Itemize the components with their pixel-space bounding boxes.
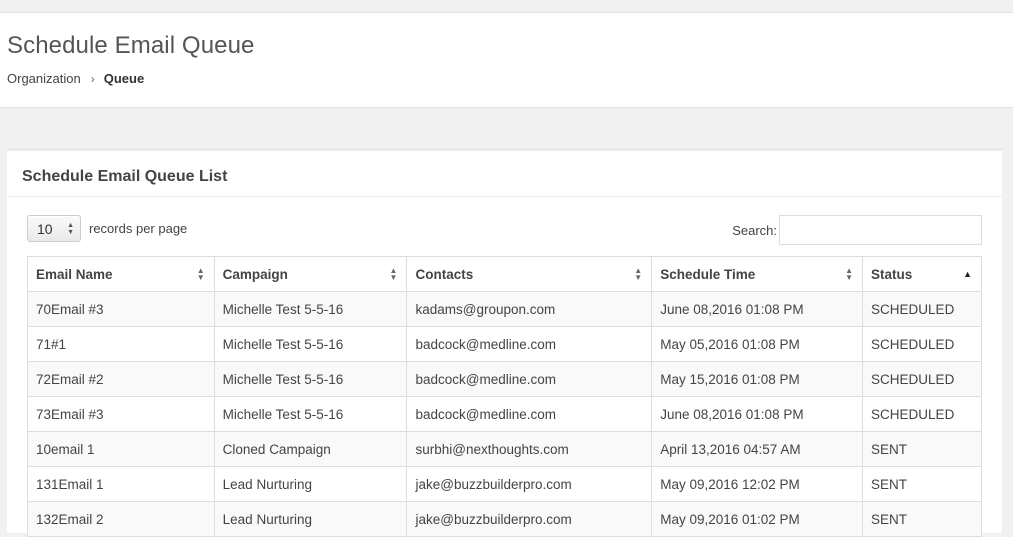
- panel-title: Schedule Email Queue List: [22, 168, 228, 185]
- cell-status: SCHEDULED: [862, 326, 982, 362]
- sort-icon: ▲ ▼: [634, 266, 643, 282]
- column-label: Status: [871, 266, 913, 282]
- column-label: Contacts: [415, 266, 474, 282]
- sort-ascending-icon: ▲: [963, 269, 972, 279]
- records-per-page-select[interactable]: 10 ▲ ▼: [27, 215, 81, 242]
- cell-status: SENT: [862, 501, 982, 537]
- cell-campaign: Michelle Test 5-5-16: [213, 396, 408, 432]
- column-header-email-name[interactable]: Email Name ▲ ▼: [27, 256, 215, 292]
- table-row: 132Email 2 Lead Nurturing jake@buzzbuilder…: [27, 501, 982, 537]
- records-per-page-control: 10 ▲ ▼ records per page: [27, 215, 187, 242]
- cell-status: SENT: [862, 431, 982, 467]
- cell-email-name: 132Email 2: [27, 501, 215, 537]
- cell-email-name: 70Email #3: [27, 291, 215, 327]
- cell-schedule-time: April 13,2016 04:57 AM: [651, 431, 864, 467]
- cell-campaign: Lead Nurturing: [213, 501, 408, 537]
- table-row: 72Email #2 Michelle Test 5-5-16 badcock@me…: [27, 361, 982, 397]
- table-row: 71#1 Michelle Test 5-5-16 badcock@medline.…: [27, 326, 982, 362]
- page-header: Schedule Email Queue Organization › Queu…: [0, 13, 1013, 108]
- cell-campaign: Lead Nurturing: [213, 466, 408, 502]
- cell-email-name: 131Email 1: [27, 466, 215, 502]
- column-label: Schedule Time: [660, 266, 756, 282]
- cell-schedule-time: June 08,2016 01:08 PM: [651, 291, 864, 327]
- cell-schedule-time: May 09,2016 01:02 PM: [651, 501, 864, 537]
- cell-schedule-time: May 09,2016 12:02 PM: [651, 466, 864, 502]
- cell-status: SCHEDULED: [862, 291, 982, 327]
- top-bar: [0, 0, 1013, 13]
- breadcrumb-current: Queue: [103, 71, 145, 86]
- queue-table: Email Name ▲ ▼ Campaign ▲ ▼ Contacts ▲ ▼ Sched…: [27, 256, 982, 537]
- cell-contacts: kadams@groupon.com: [406, 291, 653, 327]
- cell-campaign: Michelle Test 5-5-16: [213, 291, 408, 327]
- cell-status: SENT: [862, 466, 982, 502]
- cell-campaign: Cloned Campaign: [213, 431, 408, 467]
- cell-status: SCHEDULED: [862, 361, 982, 397]
- cell-contacts: jake@buzzbuilderpro.com: [406, 501, 653, 537]
- sort-icon: ▲ ▼: [845, 266, 854, 282]
- cell-email-name: 73Email #3: [27, 396, 215, 432]
- breadcrumb-separator-icon: ›: [90, 71, 95, 86]
- cell-email-name: 72Email #2: [27, 361, 215, 397]
- cell-contacts: surbhi@nexthoughts.com: [406, 431, 653, 467]
- search-control: Search:: [732, 215, 982, 245]
- cell-campaign: Michelle Test 5-5-16: [213, 361, 408, 397]
- table-row: 131Email 1 Lead Nurturing jake@buzzbuilder…: [27, 466, 982, 502]
- search-input[interactable]: [779, 215, 982, 245]
- cell-campaign: Michelle Test 5-5-16: [213, 326, 408, 362]
- cell-schedule-time: May 15,2016 01:08 PM: [651, 361, 864, 397]
- column-header-contacts[interactable]: Contacts ▲ ▼: [406, 256, 653, 292]
- search-label: Search:: [732, 222, 777, 238]
- cell-email-name: 10email 1: [27, 431, 215, 467]
- table-row: 10email 1 Cloned Campaign surbhi@nexthough…: [27, 431, 982, 467]
- records-per-page-label: records per page: [89, 221, 188, 236]
- cell-contacts: badcock@medline.com: [406, 396, 653, 432]
- records-per-page-value: 10: [37, 220, 53, 237]
- table-row: 70Email #3 Michelle Test 5-5-16 kadams@gro…: [27, 291, 982, 327]
- sort-icon: ▲ ▼: [196, 266, 205, 282]
- cell-contacts: badcock@medline.com: [406, 326, 653, 362]
- column-header-schedule-time[interactable]: Schedule Time ▲ ▼: [651, 256, 864, 292]
- page-title: Schedule Email Queue: [7, 32, 255, 59]
- column-label: Campaign: [222, 266, 288, 282]
- cell-schedule-time: June 08,2016 01:08 PM: [651, 396, 864, 432]
- cell-contacts: jake@buzzbuilderpro.com: [406, 466, 653, 502]
- cell-status: SCHEDULED: [862, 396, 982, 432]
- select-arrows-icon: ▲ ▼: [67, 221, 74, 236]
- panel-divider: [7, 196, 1002, 197]
- queue-list-panel: Schedule Email Queue List 10 ▲ ▼ records …: [7, 148, 1002, 537]
- column-header-campaign[interactable]: Campaign ▲ ▼: [213, 256, 408, 292]
- column-label: Email Name: [36, 266, 113, 282]
- breadcrumb: Organization › Queue: [7, 71, 144, 86]
- sort-icon: ▲ ▼: [389, 266, 398, 282]
- cell-schedule-time: May 05,2016 01:08 PM: [651, 326, 864, 362]
- table-row: 73Email #3 Michelle Test 5-5-16 badcock@me…: [27, 396, 982, 432]
- cell-email-name: 71#1: [27, 326, 215, 362]
- column-header-status[interactable]: Status ▲: [862, 256, 982, 292]
- table-header-row: Email Name ▲ ▼ Campaign ▲ ▼ Contacts ▲ ▼ Sched…: [27, 256, 982, 292]
- breadcrumb-organization[interactable]: Organization: [7, 71, 81, 86]
- cell-contacts: badcock@medline.com: [406, 361, 653, 397]
